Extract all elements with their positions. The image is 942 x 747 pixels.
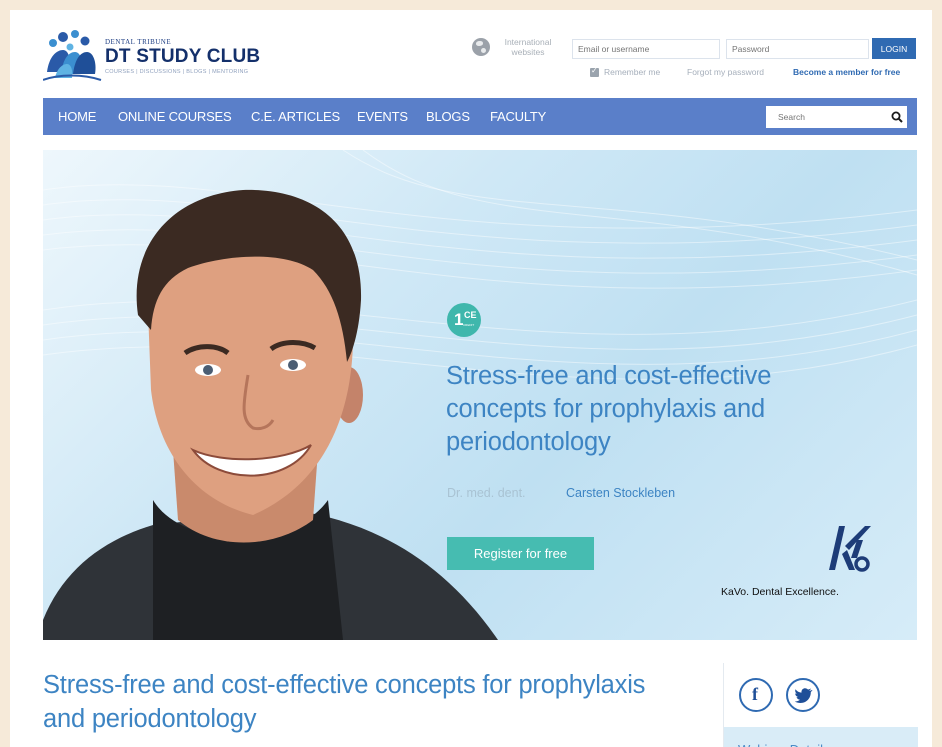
email-field[interactable] <box>572 39 720 59</box>
presenter-photo <box>43 189 498 640</box>
ce-credit-badge: 1 CE CREDIT <box>447 303 481 337</box>
sponsor-text: KaVo. Dental Excellence. <box>721 586 839 598</box>
hero-title: Stress-free and cost-effective concepts … <box>446 362 772 456</box>
twitter-icon <box>795 688 813 703</box>
author-name-link[interactable]: Carsten Stockleben <box>566 486 675 500</box>
international-websites-link[interactable]: International websites <box>472 37 572 68</box>
nav-item-home[interactable]: HOME <box>58 109 96 124</box>
facebook-button[interactable]: f <box>739 678 773 712</box>
search-input[interactable] <box>766 106 907 128</box>
people-logo-icon <box>43 30 102 81</box>
ce-credit-small: CREDIT <box>463 323 475 327</box>
nav-item-online-courses[interactable]: ONLINE COURSES <box>118 109 232 124</box>
international-label: International websites <box>504 37 552 57</box>
globe-icon <box>472 38 490 56</box>
register-button[interactable]: Register for free <box>447 537 594 570</box>
logo-subtitle: COURSES | DISCUSSIONS | BLOGS | MENTORIN… <box>105 69 249 75</box>
facebook-icon: f <box>752 684 758 704</box>
sidebar: f Webinar Details <box>723 663 918 747</box>
webinar-details-tab[interactable]: Webinar Details <box>724 727 918 747</box>
kavo-logo-icon <box>829 526 871 572</box>
article-title: Stress-free and cost-effective concepts … <box>43 671 646 733</box>
author-prefix: Dr. med. dent. <box>447 486 526 500</box>
become-member-link[interactable]: Become a member for free <box>793 67 900 77</box>
search-icon[interactable] <box>891 111 903 123</box>
page: DENTAL TRIBUNE DT STUDY CLUB COURSES | D… <box>10 10 932 747</box>
nav-item-faculty[interactable]: FACULTY <box>490 109 546 124</box>
forgot-password-link[interactable]: Forgot my password <box>687 67 764 77</box>
remember-me-label: Remember me <box>604 67 661 77</box>
logo-title: DT STUDY CLUB <box>105 46 261 67</box>
site-logo[interactable]: DENTAL TRIBUNE DT STUDY CLUB COURSES | D… <box>43 28 283 86</box>
main-nav: HOME ONLINE COURSES C.E. ARTICLES EVENTS… <box>43 98 917 135</box>
ce-credit-label: CE <box>464 310 477 320</box>
hero-banner: 1 CE CREDIT Stress-free and cost-effecti… <box>43 150 917 640</box>
nav-item-events[interactable]: EVENTS <box>357 109 408 124</box>
site-header: DENTAL TRIBUNE DT STUDY CLUB COURSES | D… <box>10 10 932 98</box>
ce-credit-number: 1 <box>454 310 464 329</box>
nav-item-blogs[interactable]: BLOGS <box>426 109 470 124</box>
password-field[interactable] <box>726 39 869 59</box>
login-button[interactable]: LOGIN <box>872 38 916 59</box>
nav-item-ce-articles[interactable]: C.E. ARTICLES <box>251 109 340 124</box>
logo-pretitle: DENTAL TRIBUNE <box>105 38 172 46</box>
remember-me-checkbox[interactable] <box>590 66 599 77</box>
twitter-button[interactable] <box>786 678 820 712</box>
